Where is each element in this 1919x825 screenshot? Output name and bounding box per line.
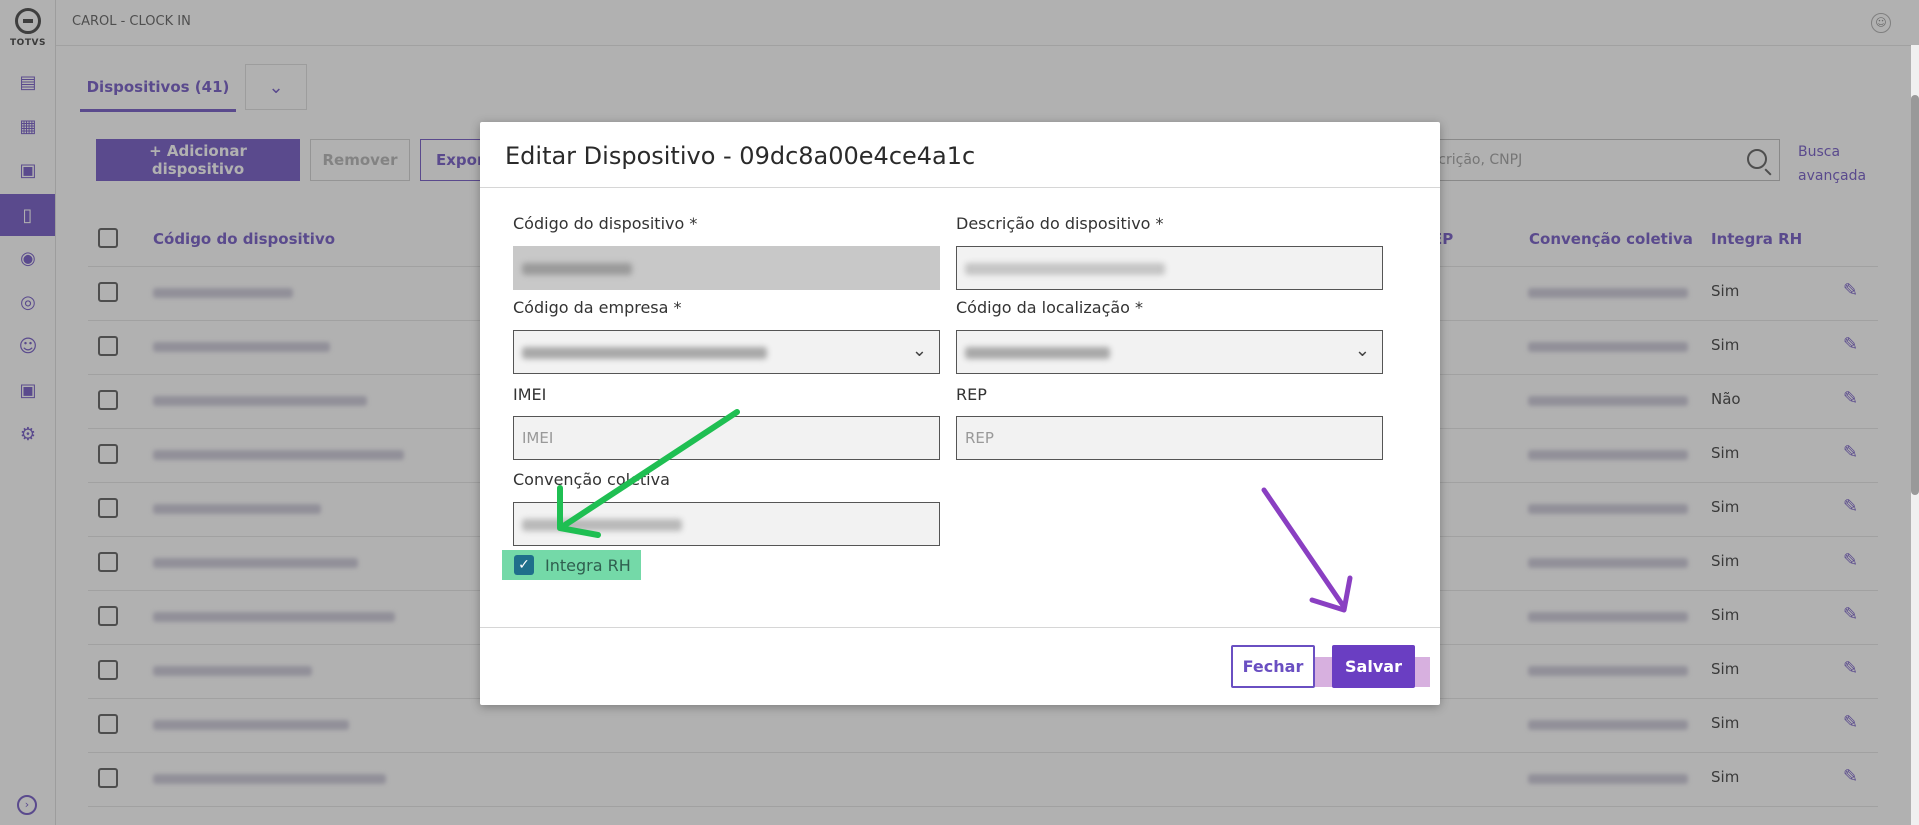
green-arrow-line xyxy=(562,409,740,528)
green-arrow-head xyxy=(557,485,601,538)
purple-arrow-line xyxy=(1261,487,1347,610)
purple-arrow-head xyxy=(1309,575,1353,613)
annotation-arrows xyxy=(557,409,1353,613)
